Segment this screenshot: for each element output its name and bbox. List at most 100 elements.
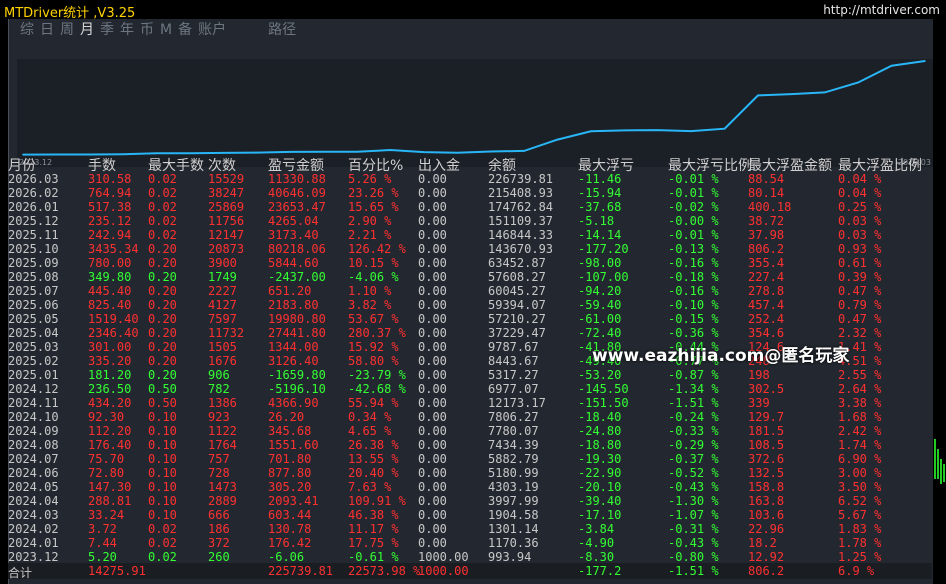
cell-m: 2025.10	[8, 242, 59, 256]
cell-fg: 132.5	[748, 466, 785, 480]
balance-point-2025.04	[556, 138, 559, 141]
table-row[interactable]: 2024.06 72.80 0.10 728 877.80 20.40 % 0.00 5180…	[8, 466, 932, 480]
table-row[interactable]: 2026.02 764.94 0.02 38247 40646.09 23.26 % 0.0…	[8, 186, 932, 200]
table-row[interactable]: 2025.06 825.40 0.20 4127 2183.80 3.82 % 0.00 59…	[8, 298, 932, 312]
cell-pct: 20.40 %	[348, 466, 399, 480]
table-row[interactable]: 2024.11 434.20 0.50 1386 4366.90 55.94 % 0.00 1…	[8, 396, 932, 410]
cell-count: 4127	[208, 298, 237, 312]
cell-flp: -1.34 %	[668, 382, 719, 396]
cell-fl: -107.00	[578, 270, 629, 284]
tab-6[interactable]: 币	[137, 20, 157, 40]
cell-pl: 3173.40	[268, 228, 319, 242]
table-row[interactable]: 2025.05 1519.40 0.20 7597 19980.80 53.67 % 0.0…	[8, 312, 932, 326]
table-row[interactable]: 2024.03 33.24 0.10 666 603.44 46.38 % 0.00 1904…	[8, 508, 932, 522]
cell-maxlots: 0.20	[148, 256, 177, 270]
cell-pl: 23653.47	[268, 200, 326, 214]
cell-fgp: 0.25 %	[838, 200, 882, 214]
cell-lots: 3.72	[88, 522, 117, 536]
cell-pct: 2.90 %	[348, 214, 392, 228]
table-row[interactable]: 2025.09 780.00 0.20 3900 5844.60 10.15 % 0.00 6…	[8, 256, 932, 270]
cell-m: 2025.02	[8, 354, 59, 368]
cell-pct: 23.26 %	[348, 186, 399, 200]
cell-maxlots: 0.10	[148, 424, 177, 438]
table-row[interactable]: 2024.12 236.50 0.50 782 -5196.10 -42.68 % 0.00…	[8, 382, 932, 396]
tab-1[interactable]: 日	[37, 20, 57, 40]
table-row[interactable]: 2025.07 445.40 0.20 2227 651.20 1.10 % 0.00 600…	[8, 284, 932, 298]
cell-maxlots: 0.10	[148, 494, 177, 508]
cell-m: 2024.01	[8, 536, 59, 550]
tab-2[interactable]: 周	[57, 20, 77, 40]
cell-bal: 57210.27	[488, 312, 546, 326]
table-row[interactable]: 2025.08 349.80 0.20 1749 -2437.00 -4.06 % 0.00…	[8, 270, 932, 284]
cell-io: 0.00	[418, 522, 447, 536]
cell-pl: 1344.00	[268, 340, 319, 354]
tab-3[interactable]: 月	[77, 20, 97, 40]
cell-pl: 603.44	[268, 508, 312, 522]
cell-lots: 764.94	[88, 186, 132, 200]
table-row[interactable]: 2024.10 92.30 0.10 923 26.20 0.34 % 0.00 7806.2…	[8, 410, 932, 424]
cell-bal: 143670.93	[488, 242, 554, 256]
cell-fgp: 1.25 %	[838, 550, 882, 564]
table-row[interactable]: 2026.01 517.38 0.02 25869 23653.47 15.65 % 0.0…	[8, 200, 932, 214]
table-row[interactable]: 2024.07 75.70 0.10 757 701.80 13.55 % 0.00 5882…	[8, 452, 932, 466]
table-row[interactable]: 2024.02 3.72 0.02 186 130.78 11.17 % 0.00 1301.…	[8, 522, 932, 536]
cell-maxlots: 0.02	[148, 200, 177, 214]
cell-bal: 7434.39	[488, 438, 539, 452]
table-row[interactable]: 2024.04 288.81 0.10 2889 2093.41 109.91 % 0.00…	[8, 494, 932, 508]
cell-lots: 5.20	[88, 550, 117, 564]
cell-bal: 37229.47	[488, 326, 546, 340]
cell-pct: 46.38 %	[348, 508, 399, 522]
table-row[interactable]: 2025.01 181.20 0.20 906 -1659.80 -23.79 % 0.00…	[8, 368, 932, 382]
tab-0[interactable]: 综	[17, 20, 37, 40]
cell-pl: 3126.40	[268, 354, 319, 368]
cell-io: 0.00	[418, 186, 447, 200]
cell-bal: 226739.81	[488, 172, 554, 186]
tab-7[interactable]: M	[157, 20, 175, 40]
table-row[interactable]: 2024.01 7.44 0.02 372 176.42 17.75 % 0.00 1170.…	[8, 536, 932, 550]
cell-lots: 33.24	[88, 508, 125, 522]
cell-fl: -61.00	[578, 312, 622, 326]
cell-io: 0.00	[418, 256, 447, 270]
tab-8[interactable]: 备	[175, 20, 195, 40]
tab-4[interactable]: 季	[97, 20, 117, 40]
table-row[interactable]: 2024.08 176.40 0.10 1764 1551.60 26.38 % 0.00 7…	[8, 438, 932, 452]
total-float-loss: -177.2	[578, 564, 622, 578]
cell-fl: -17.10	[578, 508, 622, 522]
table-row[interactable]: 2026.03 310.58 0.02 15529 11330.88 5.26 % 0.00…	[8, 172, 932, 186]
table-row[interactable]: 2025.12 235.12 0.02 11756 4265.04 2.90 % 0.00 1…	[8, 214, 932, 228]
cell-m: 2024.12	[8, 382, 59, 396]
balance-point-2024.05	[189, 152, 191, 155]
cell-bal: 57608.27	[488, 270, 546, 284]
balance-point-2025.09	[723, 127, 726, 130]
balance-point-2025.06	[623, 129, 626, 132]
cell-pl: 27441.80	[268, 326, 326, 340]
cell-fg: 302.5	[748, 382, 785, 396]
table-row[interactable]: 2025.11 242.94 0.02 12147 3173.40 2.21 % 0.00 1…	[8, 228, 932, 242]
cell-count: 3900	[208, 256, 237, 270]
cell-count: 2889	[208, 494, 237, 508]
cell-bal: 6977.07	[488, 382, 539, 396]
tab-5[interactable]: 年	[117, 20, 137, 40]
website-link[interactable]: http://mtdriver.com	[823, 3, 940, 17]
tab-10[interactable]: 路径	[265, 20, 299, 40]
table-row[interactable]: 2025.04 2346.40 0.20 11732 27441.80 280.37 % 0…	[8, 326, 932, 340]
table-row[interactable]: 2023.12 5.20 0.02 260 -6.06 -0.61 % 1000.00 993…	[8, 550, 932, 564]
cell-fgp: 3.50 %	[838, 480, 882, 494]
cell-count: 666	[208, 508, 230, 522]
cell-flp: -0.52 %	[668, 466, 719, 480]
cell-fg: 103.6	[748, 508, 785, 522]
cell-fg: 806.2	[748, 242, 785, 256]
cell-maxlots: 0.10	[148, 466, 177, 480]
cell-fg: 108.5	[748, 438, 785, 452]
cell-m: 2025.12	[8, 214, 59, 228]
cell-flp: -0.87 %	[668, 368, 719, 382]
cell-fl: -5.18	[578, 214, 615, 228]
cell-lots: 349.80	[88, 270, 132, 284]
table-row[interactable]: 2024.09 112.20 0.10 1122 345.68 4.65 % 0.00 778…	[8, 424, 932, 438]
table-row[interactable]: 2025.10 3435.34 0.20 20873 80218.06 126.42 % 0…	[8, 242, 932, 256]
cell-maxlots: 0.02	[148, 536, 177, 550]
balance-point-2025.10	[757, 94, 759, 97]
cell-fl: -3.84	[578, 522, 615, 536]
tab-9[interactable]: 账户	[195, 20, 229, 40]
table-row[interactable]: 2024.05 147.30 0.10 1473 305.20 7.63 % 0.00 430…	[8, 480, 932, 494]
